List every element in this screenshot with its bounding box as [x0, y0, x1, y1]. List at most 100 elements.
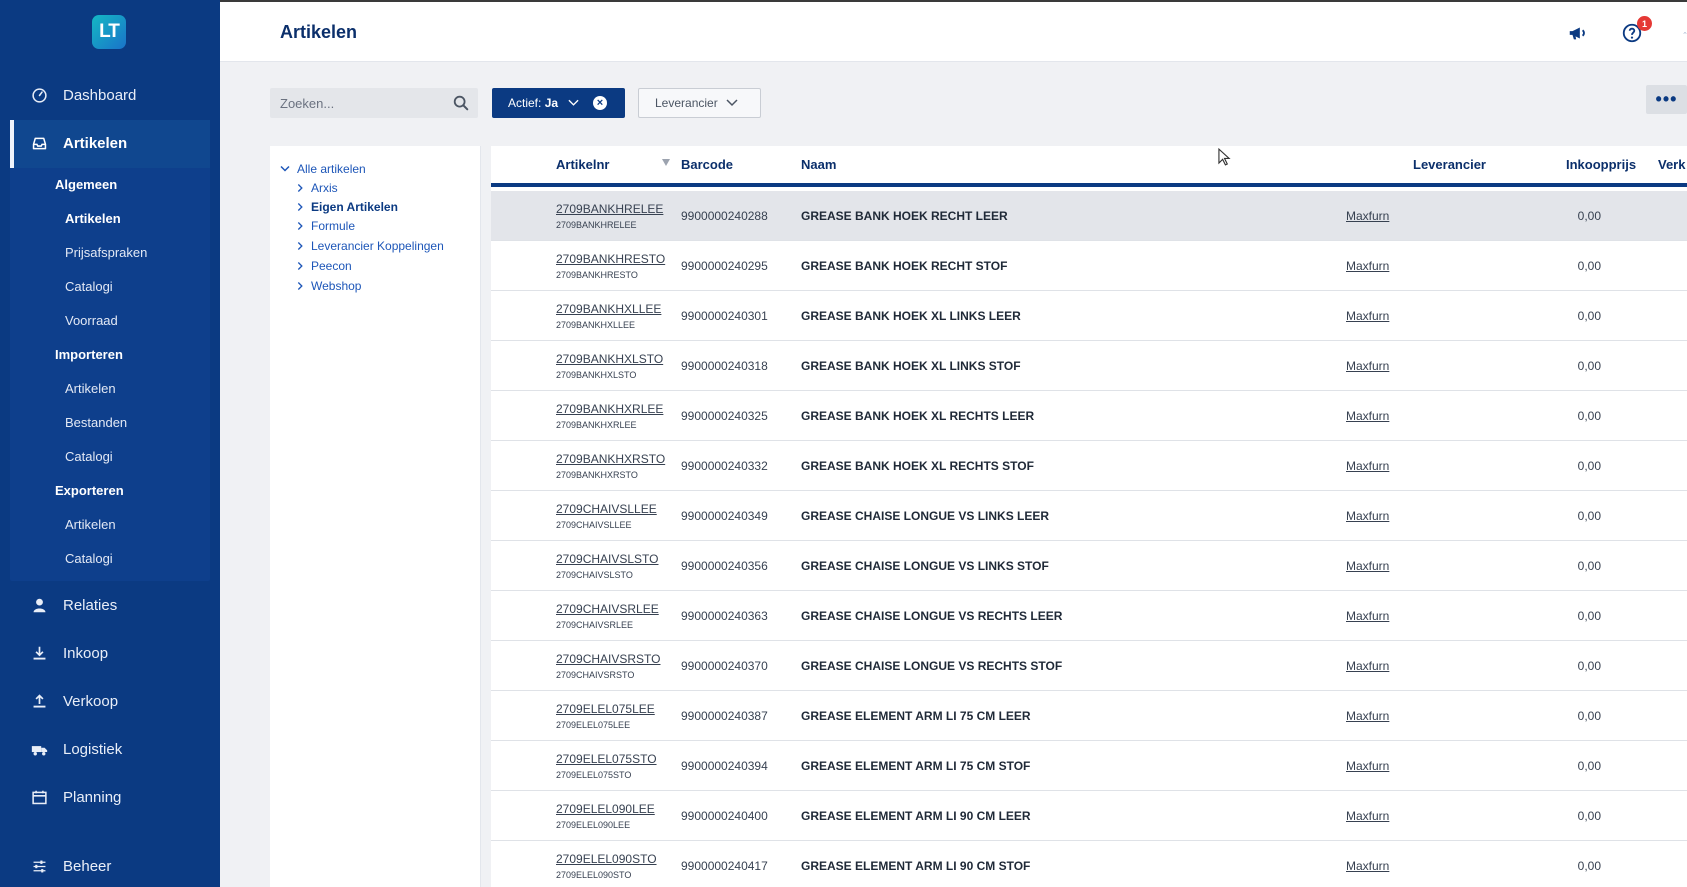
submenu-item-prijsafspraken[interactable]: Prijsafspraken	[65, 245, 147, 260]
sidebar-item-verkoop[interactable]: Verkoop	[0, 677, 220, 725]
leverancier-link[interactable]: Maxfurn	[1346, 759, 1389, 773]
table-row[interactable]: 2709ELEL090LEE 2709ELEL090LEE 990000024040…	[491, 791, 1687, 841]
naam-cell: GREASE BANK HOEK XL LINKS LEER	[801, 309, 1021, 323]
column-header-barcode[interactable]: Barcode	[681, 157, 733, 172]
app-logo[interactable]: LT	[92, 15, 126, 49]
artikelnr-link[interactable]: 2709BANKHXLLEE	[556, 302, 661, 316]
more-options-button[interactable]: •••	[1646, 85, 1687, 114]
table-row[interactable]: 2709BANKHRELEE 2709BANKHRELEE 990000024028…	[491, 191, 1687, 241]
sidebar-item-planning[interactable]: Planning	[0, 773, 220, 821]
artikelnr-link[interactable]: 2709CHAIVSRSTO	[556, 652, 661, 666]
leverancier-link[interactable]: Maxfurn	[1346, 209, 1389, 223]
artikelnr-link[interactable]: 2709CHAIVSLSTO	[556, 552, 659, 566]
table-row[interactable]: 2709BANKHXRLEE 2709BANKHXRLEE 990000024032…	[491, 391, 1687, 441]
naam-cell: GREASE BANK HOEK XL RECHTS STOF	[801, 459, 1034, 473]
submenu-item-artikelen[interactable]: Artikelen	[65, 211, 121, 226]
leverancier-link[interactable]: Maxfurn	[1346, 859, 1389, 873]
help-icon[interactable]: 1	[1620, 16, 1652, 45]
submenu-item-import-artikelen[interactable]: Artikelen	[65, 381, 116, 396]
table-row[interactable]: 2709CHAIVSRLEE 2709CHAIVSRLEE 990000024036…	[491, 591, 1687, 641]
table-row[interactable]: 2709CHAIVSLSTO 2709CHAIVSLSTO 990000024035…	[491, 541, 1687, 591]
artikelnr-link[interactable]: 2709BANKHRESTO	[556, 252, 665, 266]
artikelnr-link[interactable]: 2709ELEL090LEE	[556, 802, 655, 816]
table-row[interactable]: 2709BANKHRESTO 2709BANKHRESTO 990000024029…	[491, 241, 1687, 291]
tree-item-peecon[interactable]: Peecon	[297, 259, 352, 273]
chevron-right-icon	[297, 183, 304, 193]
inkoopprijs-cell: 0,00	[1577, 709, 1601, 723]
column-header-naam[interactable]: Naam	[801, 157, 836, 172]
submenu-item-import-bestanden[interactable]: Bestanden	[65, 415, 127, 430]
search-input[interactable]	[280, 95, 450, 111]
leverancier-link[interactable]: Maxfurn	[1346, 509, 1389, 523]
table-row[interactable]: 2709BANKHXLLEE 2709BANKHXLLEE 990000024030…	[491, 291, 1687, 341]
submenu-item-export-artikelen[interactable]: Artikelen	[65, 517, 116, 532]
user-menu-icon[interactable]	[1674, 21, 1687, 45]
table-row[interactable]: 2709CHAIVSRSTO 2709CHAIVSRSTO 990000024037…	[491, 641, 1687, 691]
sidebar-item-artikelen[interactable]: Artikelen	[0, 119, 220, 167]
filter-leverancier-dropdown[interactable]: Leverancier	[638, 88, 761, 118]
sidebar-item-inkoop[interactable]: Inkoop	[0, 629, 220, 677]
tree-item-eigen-artikelen[interactable]: Eigen Artikelen	[297, 200, 398, 214]
column-header-artikelnr[interactable]: Artikelnr	[556, 157, 609, 172]
leverancier-link[interactable]: Maxfurn	[1346, 559, 1389, 573]
submenu-item-catalogi[interactable]: Catalogi	[65, 279, 113, 294]
artikelnr-link[interactable]: 2709BANKHXRLEE	[556, 402, 663, 416]
leverancier-link[interactable]: Maxfurn	[1346, 459, 1389, 473]
column-header-verkoopprijs[interactable]: Verk	[1658, 157, 1685, 172]
tree-item-leverancier-koppelingen[interactable]: Leverancier Koppelingen	[297, 239, 444, 253]
artikelnr-link[interactable]: 2709CHAIVSLLEE	[556, 502, 657, 516]
sidebar-item-beheer[interactable]: Beheer	[0, 842, 220, 887]
table-row[interactable]: 2709BANKHXRSTO 2709BANKHXRSTO 990000024033…	[491, 441, 1687, 491]
tree-item-webshop[interactable]: Webshop	[297, 279, 361, 293]
sidebar-item-label: Inkoop	[63, 644, 109, 662]
filter-actief-label: Actief:	[508, 96, 542, 110]
table-row[interactable]: 2709ELEL075STO 2709ELEL075STO 990000024039…	[491, 741, 1687, 791]
leverancier-link[interactable]: Maxfurn	[1346, 309, 1389, 323]
search-box[interactable]	[270, 88, 478, 118]
submenu-item-voorraad[interactable]: Voorraad	[65, 313, 118, 328]
sidebar-item-relaties[interactable]: Relaties	[0, 581, 220, 629]
artikelnr-link[interactable]: 2709ELEL075LEE	[556, 702, 655, 716]
naam-cell: GREASE ELEMENT ARM LI 75 CM LEER	[801, 709, 1031, 723]
table-row[interactable]: 2709BANKHXLSTO 2709BANKHXLSTO 990000024031…	[491, 341, 1687, 391]
articles-table: Artikelnr Barcode Naam Leverancier Inkoo…	[491, 146, 1687, 887]
filter-actief-chip[interactable]: Actief: Ja ×	[492, 88, 625, 118]
tree-item-formule[interactable]: Formule	[297, 219, 355, 233]
artikelnr-link[interactable]: 2709BANKHXRSTO	[556, 452, 665, 466]
submenu-item-import-catalogi[interactable]: Catalogi	[65, 449, 113, 464]
table-row[interactable]: 2709ELEL075LEE 2709ELEL075LEE 990000024038…	[491, 691, 1687, 741]
search-icon[interactable]	[452, 94, 470, 117]
table-row[interactable]: 2709CHAIVSLLEE 2709CHAIVSLLEE 990000024034…	[491, 491, 1687, 541]
chevron-down-icon	[568, 96, 579, 110]
leverancier-link[interactable]: Maxfurn	[1346, 359, 1389, 373]
naam-cell: GREASE ELEMENT ARM LI 90 CM STOF	[801, 859, 1031, 873]
sidebar-item-logistiek[interactable]: Logistiek	[0, 725, 220, 773]
table-row[interactable]: 2709ELEL090STO 2709ELEL090STO 990000024041…	[491, 841, 1687, 887]
leverancier-link[interactable]: Maxfurn	[1346, 809, 1389, 823]
tree-item-alle-artikelen[interactable]: Alle artikelen	[280, 162, 366, 176]
artikelnr-link[interactable]: 2709CHAIVSRLEE	[556, 602, 659, 616]
artikelnr-link[interactable]: 2709ELEL090STO	[556, 852, 657, 866]
leverancier-link[interactable]: Maxfurn	[1346, 659, 1389, 673]
artikelnr-sub: 2709BANKHRESTO	[556, 270, 638, 280]
artikelnr-link[interactable]: 2709BANKHRELEE	[556, 202, 663, 216]
sort-desc-icon[interactable]	[662, 159, 670, 166]
artikelnr-link[interactable]: 2709BANKHXLSTO	[556, 352, 663, 366]
column-header-leverancier[interactable]: Leverancier	[1413, 157, 1486, 172]
artikelnr-link[interactable]: 2709ELEL075STO	[556, 752, 657, 766]
leverancier-link[interactable]: Maxfurn	[1346, 259, 1389, 273]
leverancier-link[interactable]: Maxfurn	[1346, 609, 1389, 623]
submenu-item-export-catalogi[interactable]: Catalogi	[65, 551, 113, 566]
artikelnr-sub: 2709ELEL090LEE	[556, 820, 631, 830]
clear-filter-icon[interactable]: ×	[593, 96, 607, 110]
leverancier-link[interactable]: Maxfurn	[1346, 409, 1389, 423]
megaphone-icon[interactable]	[1566, 21, 1590, 45]
artikelnr-sub: 2709BANKHXRLEE	[556, 420, 637, 430]
inkoopprijs-cell: 0,00	[1577, 209, 1601, 223]
artikelnr-sub: 2709CHAIVSLLEE	[556, 520, 632, 530]
column-header-inkoopprijs[interactable]: Inkoopprijs	[1566, 157, 1636, 172]
barcode-cell: 9900000240417	[681, 859, 768, 873]
sidebar-item-dashboard[interactable]: Dashboard	[0, 71, 220, 119]
tree-item-arxis[interactable]: Arxis	[297, 181, 338, 195]
leverancier-link[interactable]: Maxfurn	[1346, 709, 1389, 723]
